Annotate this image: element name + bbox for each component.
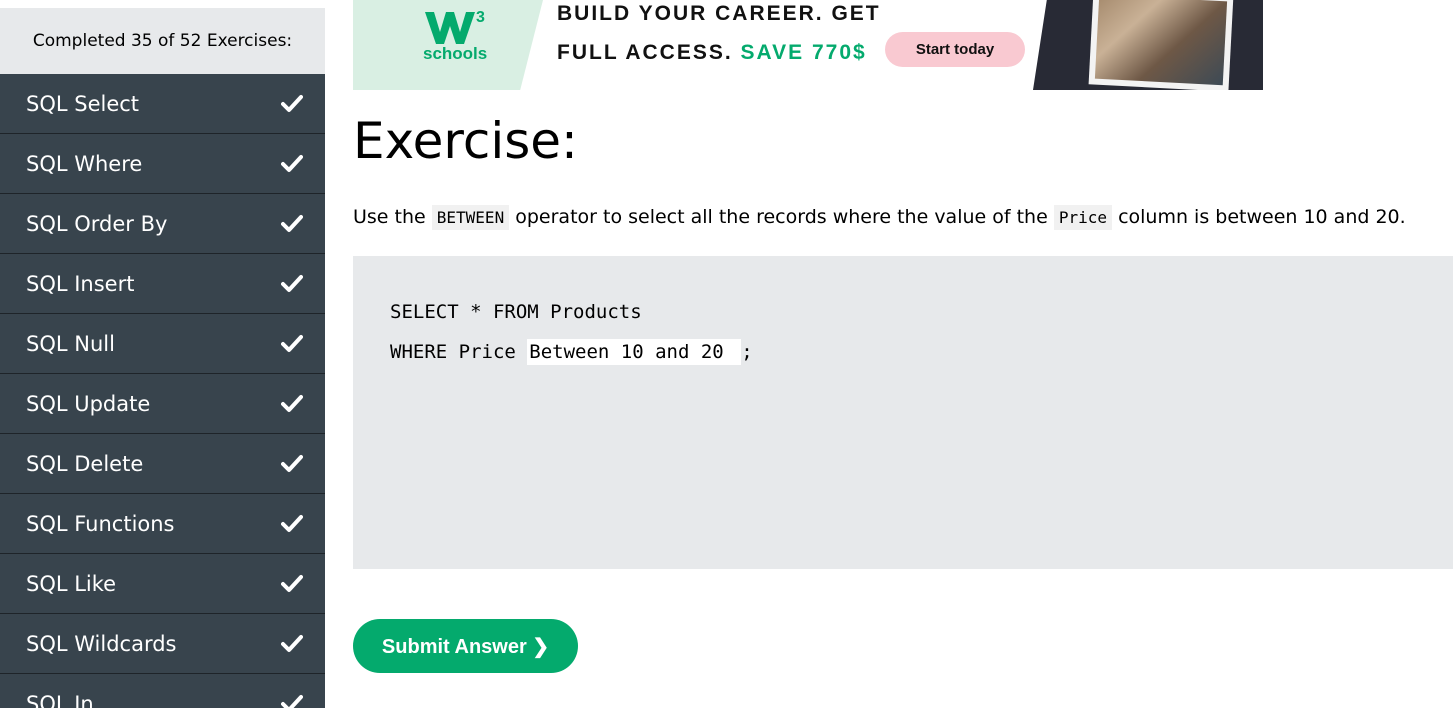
sidebar-item[interactable]: SQL Like [0, 554, 325, 614]
checkmark-icon [281, 514, 303, 532]
banner-headline-line1: BUILD YOUR CAREER. GET [557, 2, 881, 25]
checkmark-icon [281, 694, 303, 708]
instruction-code-price: Price [1053, 205, 1113, 230]
checkmark-icon [281, 634, 303, 652]
submit-answer-button[interactable]: Submit Answer ❯ [353, 619, 578, 673]
sidebar-item-label: SQL Like [26, 571, 117, 596]
sidebar-top-strip [0, 0, 325, 8]
logo-superscript: 3 [476, 9, 485, 26]
checkmark-icon [281, 214, 303, 232]
exercise-sidebar: Completed 35 of 52 Exercises: SQL Select… [0, 0, 325, 708]
sidebar-item-label: SQL Order By [26, 211, 168, 236]
code-line-where: WHERE Price ; [390, 339, 753, 365]
instruction-code-between: BETWEEN [431, 205, 510, 230]
sidebar-item-label: SQL Functions [26, 511, 175, 536]
checkmark-icon [281, 334, 303, 352]
progress-text: Completed 35 of 52 Exercises: [32, 31, 293, 51]
exercise-list: SQL Select SQL Where SQL Order By SQL Inser… [0, 74, 325, 708]
checkmark-icon [281, 574, 303, 592]
code-where-prefix: WHERE Price [390, 341, 528, 363]
banner-photo [1088, 0, 1234, 90]
ad-banner[interactable]: 3 schools BUILD YOUR CAREER. GET FULL AC… [353, 0, 1263, 90]
code-editor-box: SELECT * FROM Products WHERE Price ; [353, 256, 1453, 569]
sidebar-item-label: SQL Wildcards [26, 631, 177, 656]
page-title: Exercise: [353, 112, 578, 170]
checkmark-icon [281, 274, 303, 292]
instruction-text-3: column is between 10 and 20. [1118, 206, 1406, 228]
sidebar-item[interactable]: SQL Update [0, 374, 325, 434]
sidebar-item[interactable]: SQL In [0, 674, 325, 708]
banner-save-highlight: SAVE 770$ [740, 41, 867, 64]
sidebar-item-label: SQL Select [26, 91, 140, 116]
code-line-select: SELECT * FROM Products [390, 301, 642, 323]
sidebar-item[interactable]: SQL Select [0, 74, 325, 134]
sidebar-item[interactable]: SQL Where [0, 134, 325, 194]
sidebar-item-label: SQL In [26, 691, 94, 708]
code-semicolon: ; [741, 341, 753, 363]
sidebar-item[interactable]: SQL Order By [0, 194, 325, 254]
start-today-button[interactable]: Start today [885, 32, 1025, 67]
sidebar-item-label: SQL Update [26, 391, 151, 416]
sidebar-item[interactable]: SQL Wildcards [0, 614, 325, 674]
sidebar-item-label: SQL Delete [26, 451, 144, 476]
sidebar-item-label: SQL Where [26, 151, 143, 176]
checkmark-icon [281, 154, 303, 172]
instruction-text-2: operator to select all the records where… [515, 206, 1048, 228]
checkmark-icon [281, 94, 303, 112]
instruction-text-1: Use the [353, 206, 426, 228]
checkmark-icon [281, 394, 303, 412]
sidebar-item[interactable]: SQL Insert [0, 254, 325, 314]
banner-headline-prefix: FULL ACCESS. [557, 41, 733, 64]
logo-text: schools [423, 44, 488, 63]
checkmark-icon [281, 454, 303, 472]
sidebar-item-label: SQL Null [26, 331, 115, 356]
exercise-instructions: Use the BETWEEN operator to select all t… [353, 205, 1406, 230]
w3schools-logo-icon: 3 [425, 9, 485, 44]
sidebar-item[interactable]: SQL Functions [0, 494, 325, 554]
sidebar-item[interactable]: SQL Null [0, 314, 325, 374]
sidebar-item-label: SQL Insert [26, 271, 135, 296]
sidebar-item[interactable]: SQL Delete [0, 434, 325, 494]
banner-headline-line2: FULL ACCESS. SAVE 770$ [557, 41, 867, 65]
answer-input[interactable] [527, 339, 742, 365]
